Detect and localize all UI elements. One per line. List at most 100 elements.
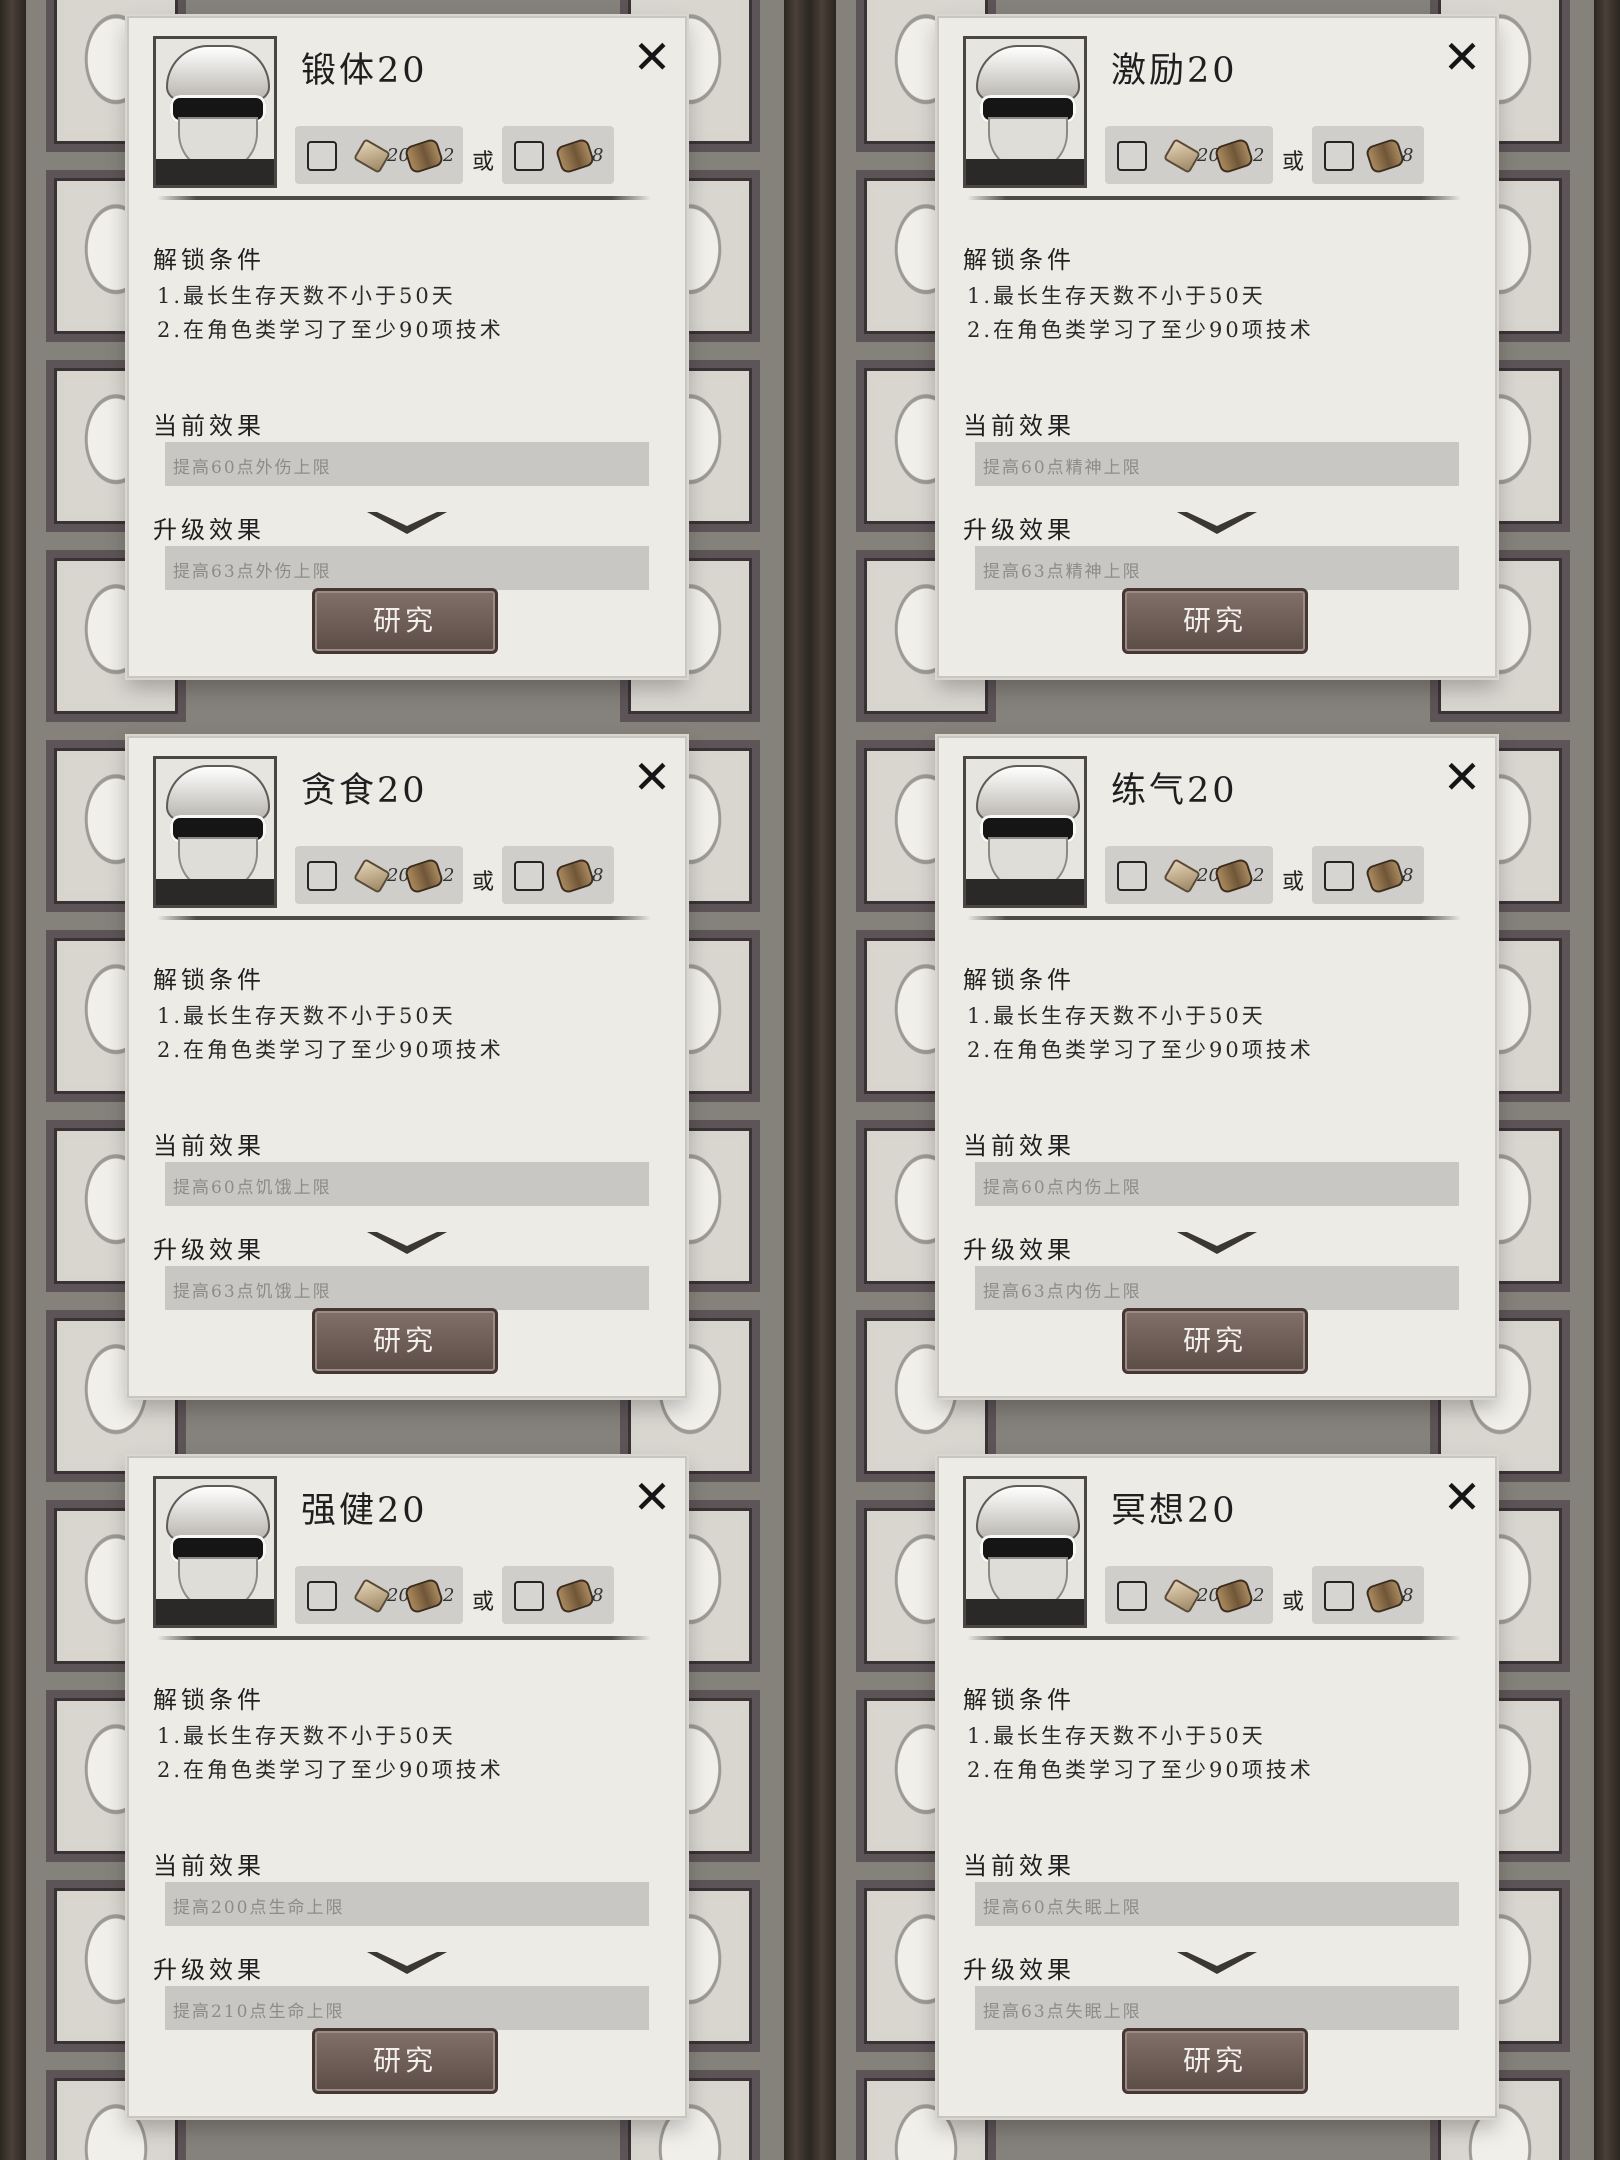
- chevron-down-icon: [1177, 1232, 1257, 1254]
- character-portrait: [963, 756, 1087, 908]
- current-effect-bar: 提高60点外伤上限: [165, 442, 649, 486]
- scroll-icon: [1213, 1577, 1255, 1615]
- cost-option-2: 8: [1312, 126, 1424, 184]
- chevron-down-icon: [1177, 512, 1257, 534]
- character-portrait: [963, 1476, 1087, 1628]
- upgrade-effect-heading: 升级效果: [153, 516, 265, 544]
- hat: [166, 765, 270, 821]
- current-effect-text: 提高60点饥饿上限: [173, 1178, 332, 1198]
- cost-option-2: 8: [1312, 1566, 1424, 1624]
- close-icon[interactable]: ✕: [1431, 30, 1493, 84]
- research-button[interactable]: 研究: [312, 1308, 498, 1374]
- cost-option-1: 20 2: [295, 846, 463, 904]
- skill-popup-5: ✕ 强健20 20 2 或 8 解锁条件 1.最长生存天数不小于50天 2.在角…: [127, 1456, 687, 2118]
- character-portrait: [153, 36, 277, 188]
- current-effect-bar: 提高200点生命上限: [165, 1882, 649, 1926]
- alt-scroll-count: 8: [592, 865, 604, 886]
- chevron-down-icon: [367, 1952, 447, 1974]
- current-effect-heading: 当前效果: [153, 1132, 265, 1160]
- scroll-icon: [554, 857, 596, 895]
- skill-title: 贪食20: [301, 771, 428, 811]
- cost-option-1-checkbox[interactable]: [1117, 1581, 1147, 1611]
- hat: [166, 1485, 270, 1541]
- current-effect-heading: 当前效果: [963, 1852, 1075, 1880]
- chevron-down-icon: [1177, 1952, 1257, 1974]
- skill-popup-4: ✕ 练气20 20 2 或 8 解锁条件 1.最长生存天数不小于50天 2.在角…: [937, 736, 1497, 1398]
- upgrade-effect-bar: 提高63点精神上限: [975, 546, 1459, 590]
- scroll-icon: [1364, 137, 1406, 175]
- upgrade-effect-heading: 升级效果: [963, 1956, 1075, 1984]
- current-effect-bar: 提高60点饥饿上限: [165, 1162, 649, 1206]
- unlock-condition-2: 2.在角色类学习了至少90项技术: [157, 1758, 504, 1782]
- or-label: 或: [472, 870, 495, 895]
- close-icon[interactable]: ✕: [1431, 1470, 1493, 1524]
- shirt: [156, 1599, 274, 1625]
- upgrade-effect-heading: 升级效果: [153, 1956, 265, 1984]
- divider: [157, 1636, 651, 1640]
- cost-option-2-checkbox[interactable]: [514, 141, 544, 171]
- unlock-condition-1: 1.最长生存天数不小于50天: [967, 1724, 1266, 1748]
- divider: [967, 196, 1461, 200]
- unlock-condition-2: 2.在角色类学习了至少90项技术: [157, 1038, 504, 1062]
- or-label: 或: [472, 1590, 495, 1615]
- chevron-down-icon: [367, 512, 447, 534]
- current-effect-heading: 当前效果: [963, 412, 1075, 440]
- research-button[interactable]: 研究: [312, 2028, 498, 2094]
- unlock-condition-1: 1.最长生存天数不小于50天: [967, 284, 1266, 308]
- cost-option-1-checkbox[interactable]: [1117, 861, 1147, 891]
- unlock-condition-1: 1.最长生存天数不小于50天: [967, 1004, 1266, 1028]
- unlock-heading: 解锁条件: [153, 966, 265, 994]
- cost-option-1-checkbox[interactable]: [307, 1581, 337, 1611]
- skill-title: 激励20: [1111, 51, 1238, 91]
- upgrade-effect-text: 提高210点生命上限: [173, 2002, 345, 2022]
- scroll-count: 2: [1253, 865, 1265, 886]
- research-button[interactable]: 研究: [1122, 588, 1308, 654]
- stone-icon: [353, 138, 391, 174]
- research-button[interactable]: 研究: [312, 588, 498, 654]
- vine-border: [1594, 0, 1620, 2160]
- or-label: 或: [1282, 870, 1305, 895]
- hat: [976, 765, 1080, 821]
- cost-option-1-checkbox[interactable]: [307, 861, 337, 891]
- unlock-heading: 解锁条件: [963, 1686, 1075, 1714]
- cost-option-2-checkbox[interactable]: [514, 1581, 544, 1611]
- cost-option-1-checkbox[interactable]: [1117, 141, 1147, 171]
- stone-icon: [353, 1578, 391, 1614]
- cost-option-2: 8: [502, 1566, 614, 1624]
- unlock-condition-2: 2.在角色类学习了至少90项技术: [967, 1038, 1314, 1062]
- current-effect-heading: 当前效果: [153, 412, 265, 440]
- cost-option-1: 20 2: [295, 126, 463, 184]
- scroll-count: 2: [443, 145, 455, 166]
- current-effect-text: 提高200点生命上限: [173, 1898, 345, 1918]
- unlock-condition-1: 1.最长生存天数不小于50天: [157, 1004, 456, 1028]
- upgrade-effect-text: 提高63点精神上限: [983, 562, 1142, 582]
- scroll-icon: [554, 137, 596, 175]
- scroll-count: 2: [1253, 145, 1265, 166]
- scroll-icon: [403, 857, 445, 895]
- research-button[interactable]: 研究: [1122, 2028, 1308, 2094]
- cost-option-2: 8: [1312, 846, 1424, 904]
- cost-option-2-checkbox[interactable]: [1324, 141, 1354, 171]
- scroll-icon: [1213, 857, 1255, 895]
- scroll-icon: [403, 137, 445, 175]
- skill-popup-1: ✕ 锻体20 20 2 或 8 解锁条件 1.最长生存天数不小于50天 2.在角…: [127, 16, 687, 678]
- cost-option-1: 20 2: [1105, 126, 1273, 184]
- close-icon[interactable]: ✕: [621, 30, 683, 84]
- close-icon[interactable]: ✕: [1431, 750, 1493, 804]
- skill-popup-2: ✕ 激励20 20 2 或 8 解锁条件 1.最长生存天数不小于50天 2.在角…: [937, 16, 1497, 678]
- alt-scroll-count: 8: [592, 145, 604, 166]
- cost-option-2-checkbox[interactable]: [1324, 1581, 1354, 1611]
- stone-icon: [1163, 858, 1201, 894]
- upgrade-effect-text: 提高63点内伤上限: [983, 1282, 1142, 1302]
- research-button[interactable]: 研究: [1122, 1308, 1308, 1374]
- hat: [976, 45, 1080, 101]
- close-icon[interactable]: ✕: [621, 1470, 683, 1524]
- divider: [157, 916, 651, 920]
- cost-option-2-checkbox[interactable]: [1324, 861, 1354, 891]
- skill-title: 锻体20: [301, 51, 428, 91]
- chevron-down-icon: [367, 1232, 447, 1254]
- vine-border: [784, 0, 810, 2160]
- cost-option-1-checkbox[interactable]: [307, 141, 337, 171]
- cost-option-2-checkbox[interactable]: [514, 861, 544, 891]
- close-icon[interactable]: ✕: [621, 750, 683, 804]
